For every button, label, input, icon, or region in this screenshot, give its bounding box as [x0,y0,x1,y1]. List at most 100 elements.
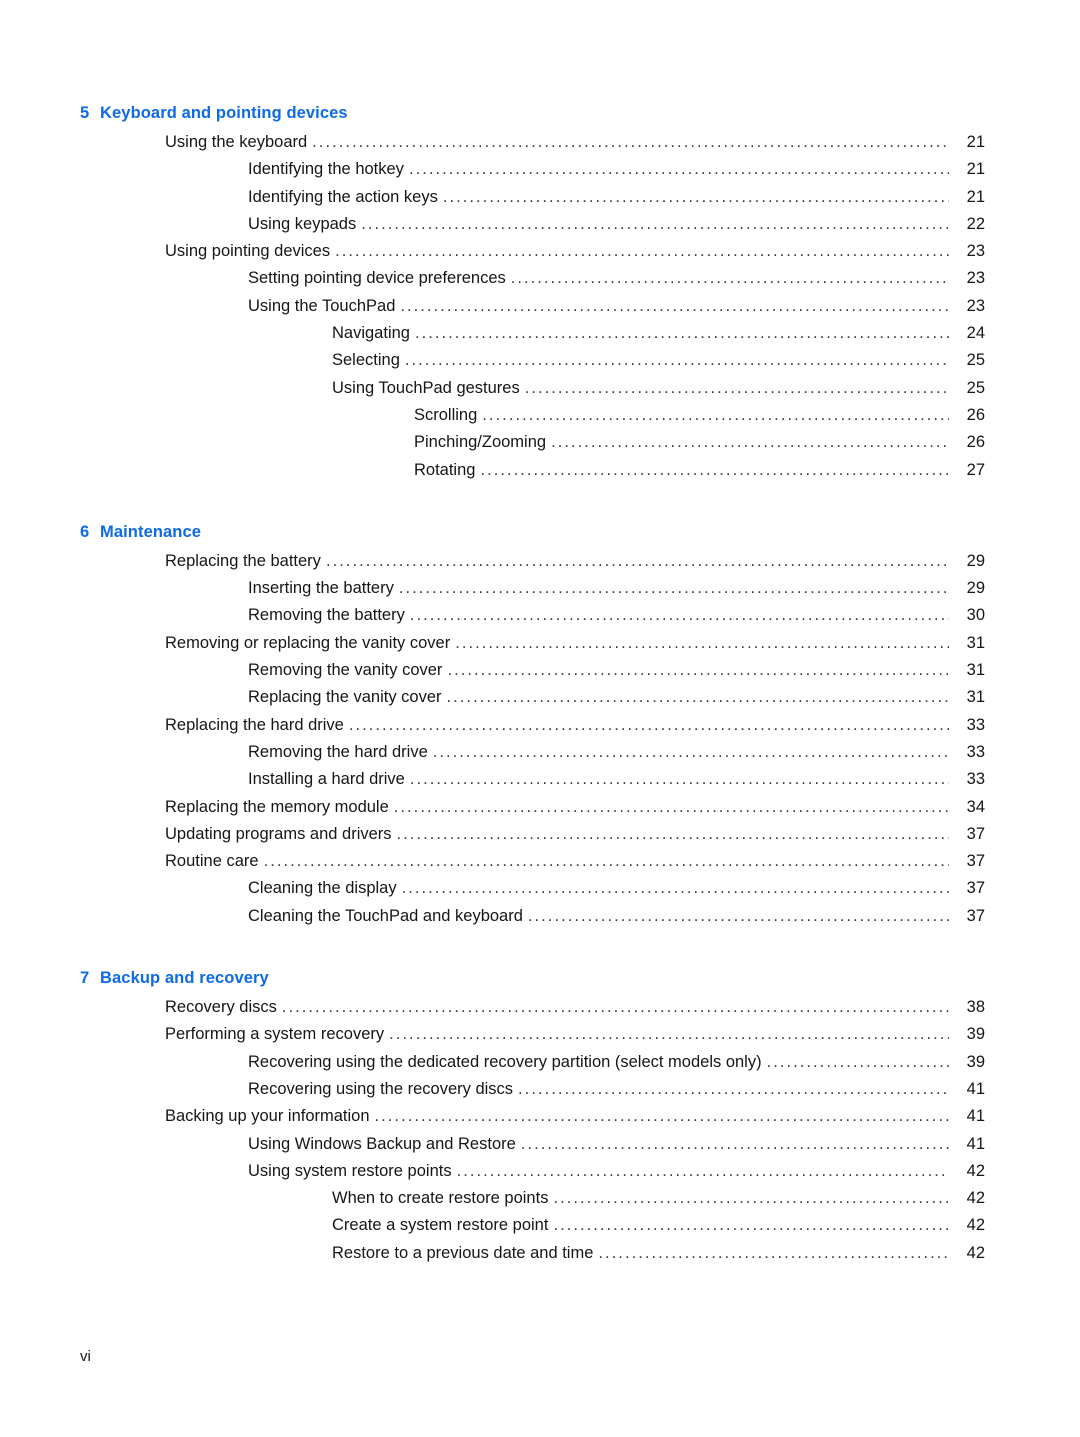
toc-entry-label: Using system restore points [248,1161,452,1180]
toc-entry-page-number: 37 [966,824,985,843]
toc-entry[interactable]: Recovering using the recovery discs 41 [80,1076,985,1103]
toc-entry-page-number: 42 [966,1189,985,1208]
toc-entry-label: Using pointing devices [165,242,331,261]
toc-entry[interactable]: Using the TouchPad 23 [80,293,985,320]
toc-entry[interactable]: Using Windows Backup and Restore 41 [80,1131,985,1158]
toc-entry-label: Create a system restore point [332,1216,549,1235]
toc-entry[interactable]: Removing or replacing the vanity cover 31 [80,630,985,657]
toc-entry-label: Recovering using the dedicated recovery … [248,1052,762,1071]
chapter-heading-line: 7 Backup and recovery [80,969,985,988]
toc-entry-label: Rotating [414,460,476,479]
toc-entry-page-number: 34 [966,797,985,816]
chapter-number: 5 [80,104,90,122]
toc-entry-page-number: 23 [966,269,985,288]
toc-dot-leader [528,914,949,931]
toc-entry[interactable]: Restore to a previous date and time 42 [80,1240,985,1267]
toc-entry-label: Recovery discs [165,998,277,1017]
toc-dot-leader [521,1141,949,1158]
toc-entry[interactable]: Updating programs and drivers 37 [80,821,985,848]
chapter-heading[interactable]: 6 Maintenance [80,523,985,542]
toc-entry[interactable]: Setting pointing device preferences 23 [80,265,985,292]
toc-entry-label: Navigating [332,324,410,343]
toc-entry[interactable]: Replacing the battery 29 [80,548,985,575]
toc-entry-label: Backing up your information [165,1107,370,1126]
toc-entry[interactable]: Selecting 25 [80,347,985,374]
toc-entry[interactable]: Using pointing devices 23 [80,238,985,265]
toc-entry-page-number: 33 [966,770,985,789]
toc-dot-leader [399,586,949,603]
toc-dot-leader [402,886,949,903]
chapter-heading[interactable]: 5 Keyboard and pointing devices [80,104,985,123]
toc-entry[interactable]: Cleaning the TouchPad and keyboard 37 [80,903,985,930]
toc-entry[interactable]: Identifying the action keys 21 [80,184,985,211]
toc-entry-page-number: 26 [966,405,985,424]
toc-entry[interactable]: When to create restore points 42 [80,1185,985,1212]
toc-entry-label: Scrolling [414,405,478,424]
toc-entry[interactable]: Replacing the vanity cover 31 [80,684,985,711]
toc-entry[interactable]: Replacing the memory module 34 [80,794,985,821]
toc-entry-page-number: 31 [966,633,985,652]
toc-entry[interactable]: Routine care 37 [80,848,985,875]
toc-entry[interactable]: Performing a system recovery 39 [80,1021,985,1048]
toc-dot-leader [553,1223,949,1240]
toc-entry[interactable]: Using system restore points 42 [80,1158,985,1185]
toc-entry-page-number: 30 [966,606,985,625]
toc-entry-label: Removing the battery [248,606,405,625]
toc-dot-leader [551,440,949,457]
toc-entry-page-number: 37 [966,879,985,898]
toc-entry[interactable]: Recovery discs 38 [80,994,985,1021]
toc-entry-page-number: 29 [966,579,985,598]
toc-entry[interactable]: Rotating 27 [80,457,985,484]
toc-entry[interactable]: Using keypads 22 [80,211,985,238]
toc-entry-page-number: 38 [966,998,985,1017]
toc-dot-leader [480,467,949,484]
toc-entry[interactable]: Cleaning the display 37 [80,875,985,902]
toc-entry-label: Using Windows Backup and Restore [248,1134,516,1153]
toc-entry-page-number: 25 [966,378,985,397]
toc-entry-page-number: 25 [966,351,985,370]
toc-entry-page-number: 37 [966,906,985,925]
toc-entry-label: Cleaning the display [248,879,397,898]
toc-entry-label: Removing or replacing the vanity cover [165,633,451,652]
toc-entry[interactable]: Installing a hard drive 33 [80,766,985,793]
toc-dot-leader [598,1250,949,1267]
toc-dot-leader [409,167,949,184]
toc-entry-page-number: 23 [966,296,985,315]
toc-entry-label: Removing the vanity cover [248,661,443,680]
toc-entry[interactable]: Using the keyboard 21 [80,129,985,156]
toc-entry[interactable]: Scrolling 26 [80,402,985,429]
toc-dot-leader [410,777,949,794]
chapter-number: 7 [80,969,90,988]
toc-entry-page-number: 39 [966,1052,985,1071]
toc-entry[interactable]: Pinching/Zooming 26 [80,429,985,456]
toc-dot-leader [397,832,949,849]
toc-dot-leader [264,859,949,876]
toc-entry-page-number: 21 [966,187,985,206]
toc-entry[interactable]: Identifying the hotkey 21 [80,156,985,183]
toc-dot-leader [518,1087,949,1104]
toc-entry[interactable]: Removing the hard drive 33 [80,739,985,766]
toc-entry[interactable]: Removing the vanity cover 31 [80,657,985,684]
toc-entry[interactable]: Using TouchPad gestures 25 [80,375,985,402]
toc-entry[interactable]: Create a system restore point 42 [80,1212,985,1239]
toc-entry-page-number: 29 [966,551,985,570]
toc-entry[interactable]: Recovering using the dedicated recovery … [80,1049,985,1076]
chapter-heading[interactable]: 7 Backup and recovery [80,969,985,988]
toc-entry-page-number: 41 [966,1134,985,1153]
toc-entry-label: Using the keyboard [165,133,308,151]
toc-entry[interactable]: Navigating 24 [80,320,985,347]
toc-entry-page-number: 41 [966,1079,985,1098]
toc-dot-leader [415,331,949,348]
toc-entry-page-number: 23 [966,242,985,261]
toc-entry[interactable]: Replacing the hard drive 33 [80,712,985,739]
toc-entry-label: Routine care [165,852,259,871]
toc-entry-label: Identifying the hotkey [248,160,404,179]
toc-entry-page-number: 42 [966,1243,985,1262]
toc-entry-label: Removing the hard drive [248,742,428,761]
toc-entry[interactable]: Backing up your information 41 [80,1103,985,1130]
toc-entry[interactable]: Removing the battery 30 [80,602,985,629]
toc-entry-label: Cleaning the TouchPad and keyboard [248,906,523,925]
toc-entry-page-number: 31 [966,688,985,707]
toc-entry[interactable]: Inserting the battery 29 [80,575,985,602]
toc-entry-label: Using keypads [248,214,357,233]
